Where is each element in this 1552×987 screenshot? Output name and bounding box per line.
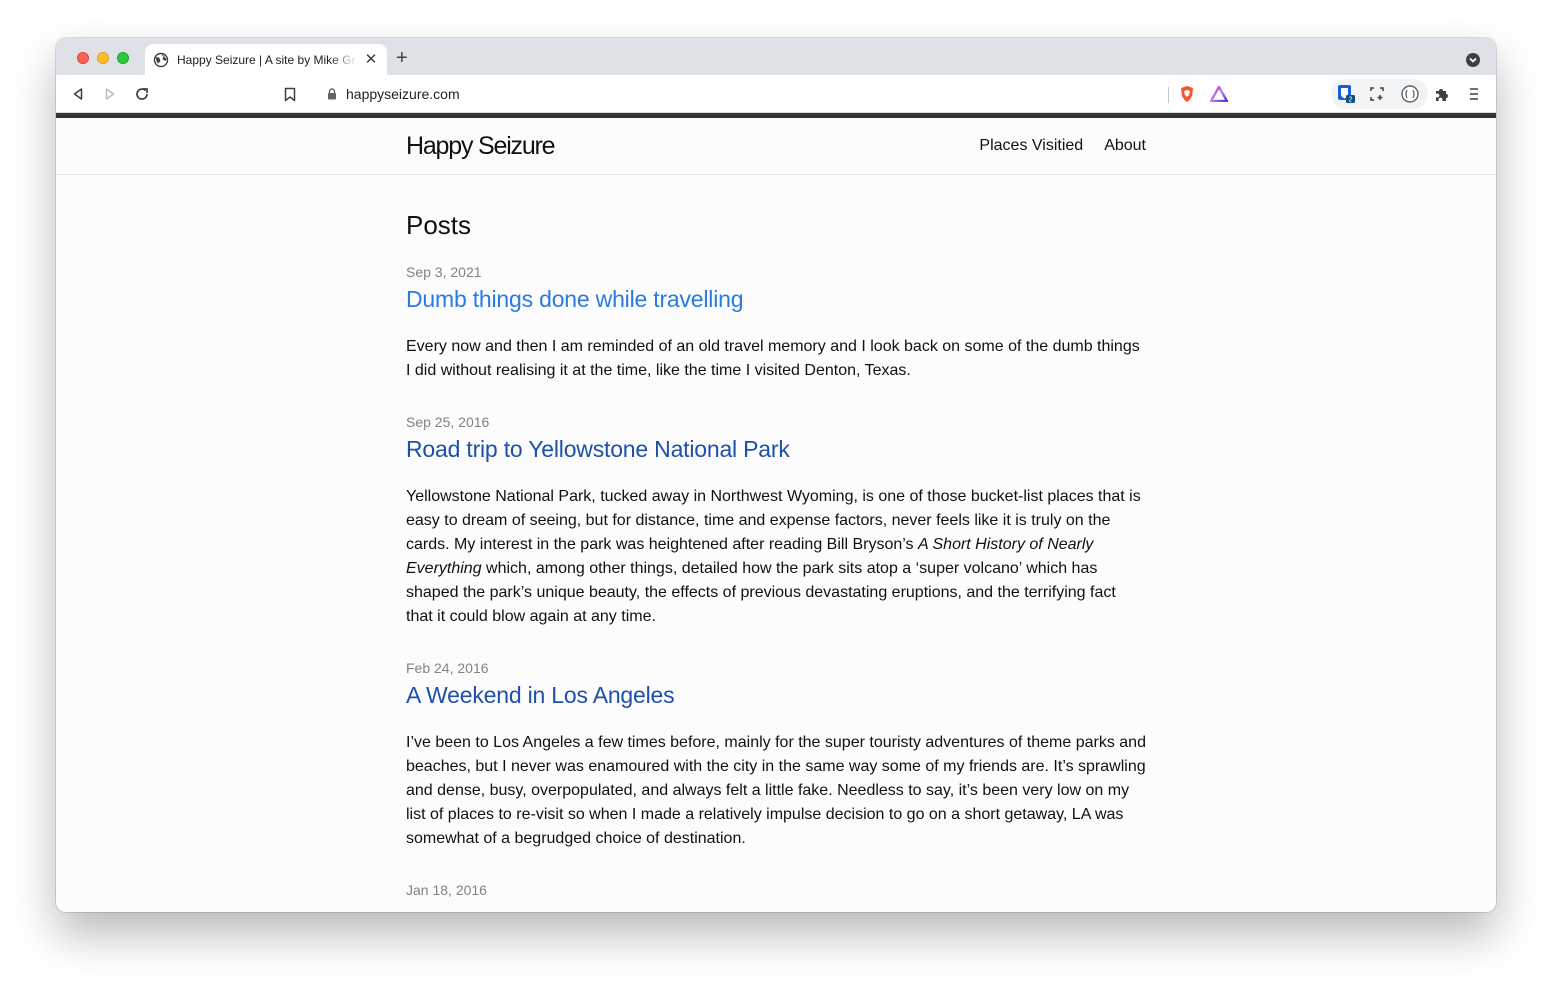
web-page: Happy Seizure Places Visitied About Post… bbox=[56, 118, 1496, 912]
post-date: Feb 24, 2016 bbox=[406, 660, 489, 676]
post-title-link[interactable]: Dumb things done while travelling bbox=[406, 286, 744, 313]
menu-icon[interactable] bbox=[1464, 84, 1484, 104]
bitwarden-badge: 2 bbox=[1349, 97, 1353, 104]
site-nav: Places Visitied About bbox=[979, 137, 1146, 155]
post-excerpt: Yellowstone National Park, tucked away i… bbox=[406, 485, 1146, 629]
window-maximize-button[interactable] bbox=[117, 52, 129, 64]
post-item: Feb 24, 2016 A Weekend in Los Angeles I’ve… bbox=[406, 660, 1146, 851]
privacy-extension-icon[interactable] bbox=[1400, 84, 1420, 104]
main-content: Posts Sep 3, 2021 Dumb things done while … bbox=[406, 210, 1146, 912]
post-excerpt: I’ve been to Los Angeles a few times bef… bbox=[406, 731, 1146, 851]
brave-rewards-icon[interactable] bbox=[1210, 86, 1228, 102]
tab-close-icon[interactable]: ✕ bbox=[363, 51, 379, 68]
browser-toolbar: happyseizure.com 2 bbox=[56, 75, 1496, 113]
nav-link-places-visited[interactable]: Places Visitied bbox=[979, 137, 1083, 155]
lock-icon bbox=[326, 87, 338, 101]
site-title-link[interactable]: Happy Seizure bbox=[406, 132, 556, 161]
tab-search-icon[interactable] bbox=[1466, 53, 1480, 67]
post-title-link[interactable]: Road trip to Yellowstone National Park bbox=[406, 436, 790, 463]
brave-shields-icon[interactable] bbox=[1178, 85, 1196, 103]
puzzle-extensions-icon[interactable] bbox=[1432, 84, 1452, 104]
screenshot-icon[interactable] bbox=[1367, 84, 1387, 104]
browser-window: Happy Seizure | A site by Mike Gray ✕ + … bbox=[56, 38, 1496, 912]
omnibox-divider bbox=[1168, 87, 1169, 103]
post-title-link[interactable]: A Weekend in Los Angeles bbox=[406, 682, 675, 709]
excerpt-text: I’ve been to Los Angeles a few times bef… bbox=[406, 734, 1146, 847]
url-text: happyseizure.com bbox=[346, 86, 460, 102]
forward-arrow-icon[interactable] bbox=[100, 84, 120, 104]
window-close-button[interactable] bbox=[77, 52, 89, 64]
tab-title: Happy Seizure | A site by Mike Gray bbox=[177, 52, 357, 67]
tab-strip: Happy Seizure | A site by Mike Gray ✕ + bbox=[56, 38, 1496, 75]
browser-tab-active[interactable]: Happy Seizure | A site by Mike Gray ✕ bbox=[145, 44, 387, 75]
excerpt-text: Every now and then I am reminded of an o… bbox=[406, 338, 1140, 379]
nav-link-about[interactable]: About bbox=[1104, 137, 1146, 155]
globe-icon bbox=[153, 52, 169, 68]
post-date: Jan 18, 2016 bbox=[406, 882, 487, 898]
post-item: Sep 25, 2016 Road trip to Yellowstone Nat… bbox=[406, 414, 1146, 629]
bitwarden-icon[interactable]: 2 bbox=[1336, 84, 1356, 104]
post-excerpt: Every now and then I am reminded of an o… bbox=[406, 335, 1146, 383]
address-bar[interactable]: happyseizure.com bbox=[312, 79, 1240, 109]
post-date: Sep 3, 2021 bbox=[406, 264, 482, 280]
excerpt-text: which, among other things, detailed how … bbox=[406, 560, 1116, 625]
page-heading: Posts bbox=[406, 210, 472, 240]
post-item: Sep 3, 2021 Dumb things done while travel… bbox=[406, 264, 1146, 383]
post-list: Sep 3, 2021 Dumb things done while travel… bbox=[406, 264, 1146, 898]
site-header: Happy Seizure Places Visitied About bbox=[56, 118, 1496, 175]
post-date: Sep 25, 2016 bbox=[406, 414, 490, 430]
window-minimize-button[interactable] bbox=[97, 52, 109, 64]
bookmark-icon[interactable] bbox=[280, 84, 300, 104]
reload-icon[interactable] bbox=[132, 84, 152, 104]
back-arrow-icon[interactable] bbox=[68, 84, 88, 104]
new-tab-button[interactable]: + bbox=[396, 48, 408, 68]
post-item: Jan 18, 2016 bbox=[406, 882, 1146, 898]
